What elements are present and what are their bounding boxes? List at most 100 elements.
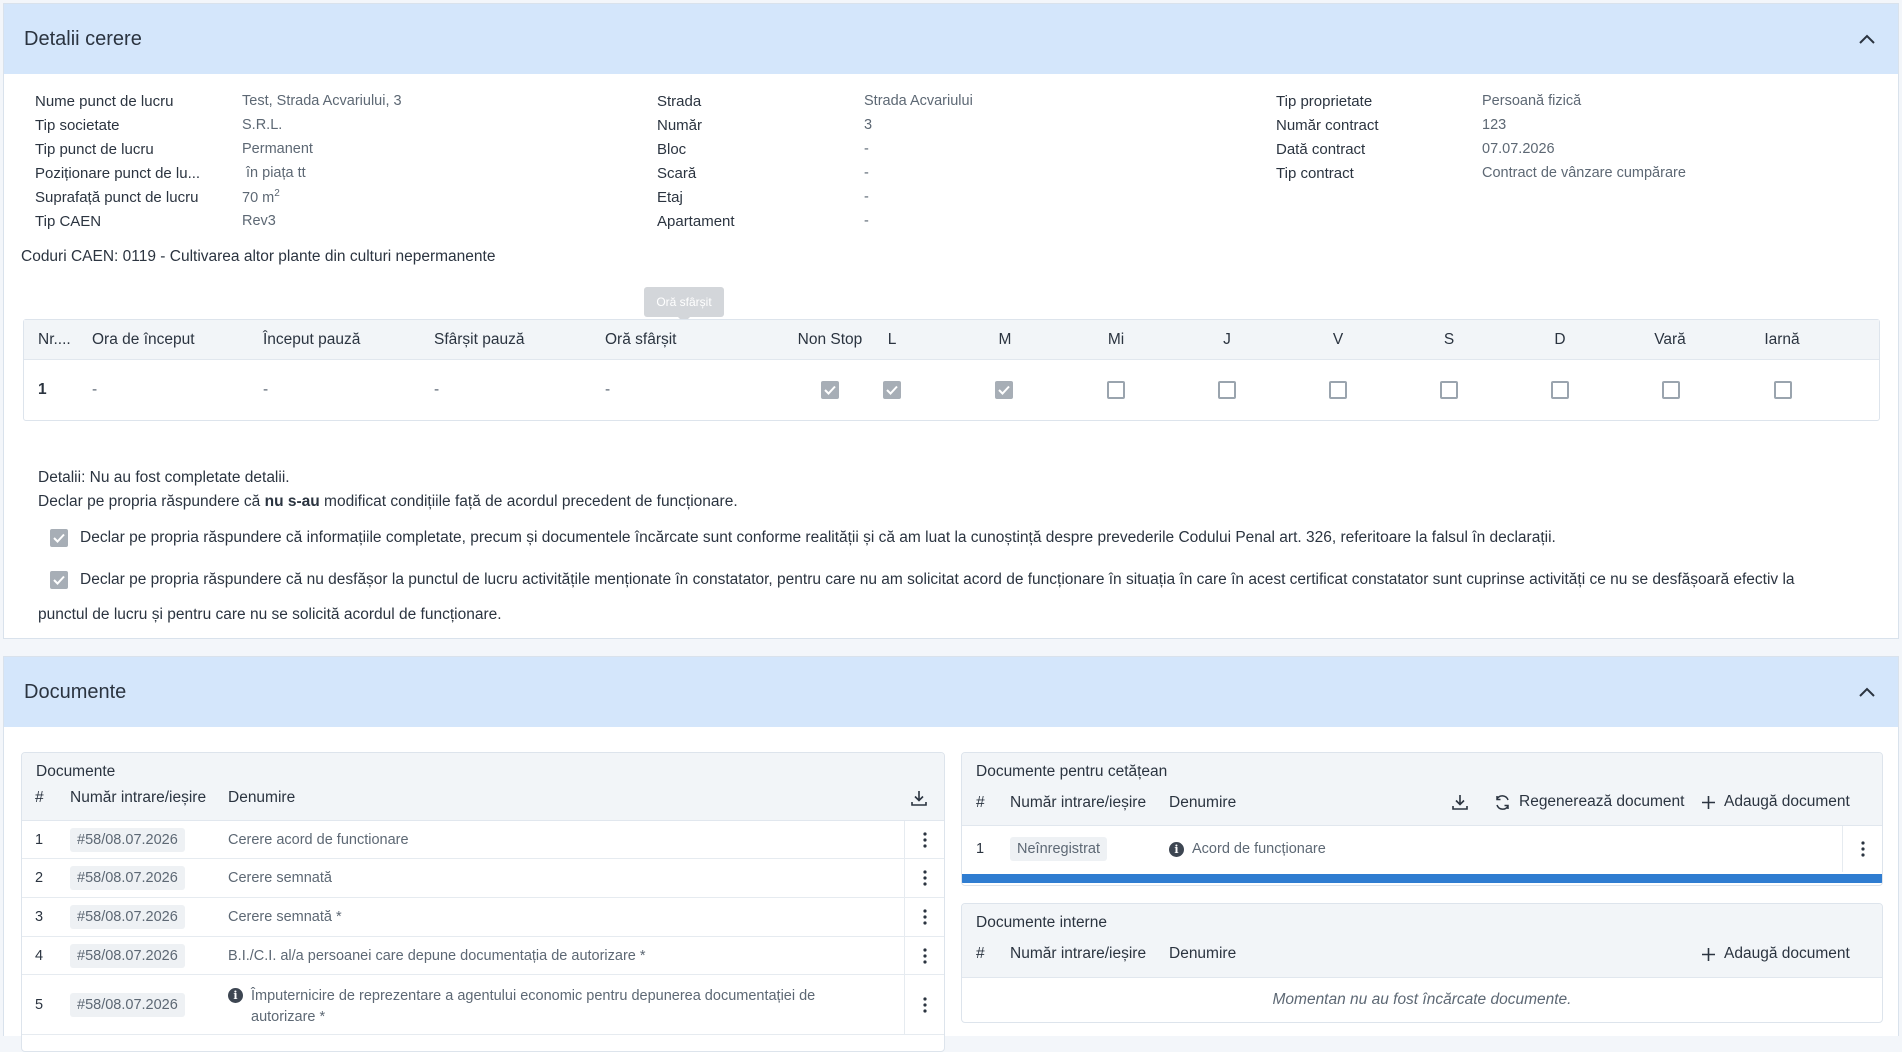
documents-card: Documente # Număr intrare/ieșire Denumir… <box>21 752 945 1052</box>
declaration-checkbox-2[interactable] <box>50 571 68 589</box>
info-value: S.R.L. <box>242 117 283 133</box>
chevron-up-icon[interactable] <box>1856 681 1878 703</box>
winter-checkbox[interactable] <box>1774 381 1792 399</box>
document-name[interactable]: Cerere acord de functionare <box>228 821 409 858</box>
schedule-header[interactable]: M <box>985 320 1025 359</box>
schedule-header[interactable]: Iarnă <box>1752 320 1812 359</box>
schedule-break-end: - <box>434 381 440 398</box>
day-checkbox-l[interactable] <box>883 381 901 399</box>
info-label: Număr <box>657 116 703 134</box>
schedule-row: 1 - - - - <box>24 360 1879 420</box>
table-row[interactable]: 4 #58/08.07.2026 B.I./C.I. al/a persoane… <box>22 937 944 975</box>
info-row: Număr 3 <box>657 113 973 137</box>
schedule-header[interactable]: Non Stop <box>780 320 880 359</box>
schedule-header[interactable]: D <box>1540 320 1580 359</box>
day-checkbox-v[interactable] <box>1329 381 1347 399</box>
schedule-header[interactable]: L <box>872 320 912 359</box>
schedule-header[interactable]: Nr.... <box>38 320 71 359</box>
download-icon[interactable] <box>910 789 928 811</box>
season-cell <box>1753 360 1813 420</box>
info-value: Test, Strada Acvariului, 3 <box>242 93 402 109</box>
day-checkbox-s[interactable] <box>1440 381 1458 399</box>
registration-number: #58/08.07.2026 <box>70 827 185 852</box>
schedule-header[interactable]: Început pauză <box>263 320 360 359</box>
table-row[interactable]: 1 #58/08.07.2026 Cerere acord de functio… <box>22 821 944 859</box>
schedule-header[interactable]: Oră sfârșit <box>605 320 676 359</box>
info-row: Etaj - <box>657 185 973 209</box>
schedule-header[interactable]: Ora de început <box>92 320 195 359</box>
col-hash: # <box>35 789 44 806</box>
chevron-up-icon[interactable] <box>1856 28 1878 50</box>
more-menu-icon[interactable] <box>904 821 944 858</box>
declaration-text-1: Declar pe propria răspundere că informaț… <box>80 529 1556 546</box>
info-row: Poziționare punct de lu... în piața tt <box>35 161 402 185</box>
checkmark-icon <box>53 533 65 543</box>
document-name[interactable]: Cerere semnată * <box>228 898 342 936</box>
day-checkbox-d[interactable] <box>1551 381 1569 399</box>
info-row: Bloc - <box>657 137 973 161</box>
info-value: în piața tt <box>242 165 306 181</box>
download-icon[interactable] <box>1451 793 1469 815</box>
declaration-no-changes: Declar pe propria răspundere că nu s-au … <box>38 493 738 511</box>
more-menu-icon[interactable] <box>904 975 944 1034</box>
info-row: Tip societate S.R.L. <box>35 113 402 137</box>
document-name[interactable]: B.I./C.I. al/a persoanei care depune doc… <box>228 937 646 974</box>
schedule-header[interactable]: V <box>1318 320 1358 359</box>
table-row[interactable]: 2 #58/08.07.2026 Cerere semnată <box>22 859 944 898</box>
schedule-header[interactable]: Vară <box>1640 320 1700 359</box>
col-number: Număr intrare/ieșire <box>1010 945 1147 962</box>
summer-checkbox[interactable] <box>1662 381 1680 399</box>
document-name[interactable]: i Împuternicire de reprezentare a agentu… <box>228 975 815 1034</box>
day-checkbox-j[interactable] <box>1218 381 1236 399</box>
document-name-line2: autorizare * <box>251 1009 326 1025</box>
declaration-checkbox-1[interactable] <box>50 529 68 547</box>
add-internal-document-button[interactable]: Adaugă document <box>1701 945 1850 963</box>
info-value: Persoană fizică <box>1482 93 1582 109</box>
info-icon[interactable]: i <box>228 988 243 1003</box>
info-column-2: Strada Strada Acvariului Număr 3 Bloc - Sca… <box>657 89 973 233</box>
plus-icon <box>1702 795 1715 809</box>
empty-message: Momentan nu au fost încărcate documente. <box>1272 991 1572 1008</box>
info-label: Strada <box>657 92 702 110</box>
request-details-header[interactable]: Detalii cerere <box>4 4 1898 74</box>
schedule-header[interactable]: J <box>1207 320 1247 359</box>
info-row: Dată contract 07.07.2026 <box>1276 137 1686 161</box>
checkmark-icon <box>824 385 836 395</box>
more-menu-icon[interactable] <box>904 859 944 897</box>
schedule-table: Nr.... Ora de început Început pauză Sfâr… <box>23 319 1880 421</box>
schedule-header[interactable]: Mi <box>1096 320 1136 359</box>
details-text: Detalii: Nu au fost completate detalii. <box>38 469 290 486</box>
table-row[interactable]: 5 #58/08.07.2026 i Împuternicire de repr… <box>22 975 944 1035</box>
refresh-icon <box>1496 794 1509 810</box>
checkmark-icon <box>998 385 1010 395</box>
table-row[interactable]: 3 #58/08.07.2026 Cerere semnată * <box>22 898 944 937</box>
row-index: 1 <box>976 841 985 857</box>
info-label: Număr contract <box>1276 116 1379 134</box>
plus-icon <box>1702 947 1715 961</box>
document-name[interactable]: i Acord de funcționare <box>1169 826 1326 872</box>
day-checkbox-mi[interactable] <box>1107 381 1125 399</box>
table-row[interactable]: 1 Neînregistrat i Acord de funcționare <box>962 826 1882 872</box>
more-menu-icon[interactable] <box>904 937 944 974</box>
registration-number: #58/08.07.2026 <box>70 943 185 968</box>
checkmark-icon <box>886 385 898 395</box>
regenerate-document-button[interactable]: Regenerează document <box>1494 793 1684 811</box>
day-checkbox-m[interactable] <box>995 381 1013 399</box>
info-value: 70 m2 <box>242 188 280 206</box>
info-value: - <box>864 141 869 157</box>
non-stop-cell <box>800 360 860 420</box>
add-document-button[interactable]: Adaugă document <box>1701 793 1850 811</box>
more-menu-icon[interactable] <box>904 898 944 936</box>
day-cell <box>862 360 922 420</box>
schedule-header[interactable]: Sfârșit pauză <box>434 320 524 359</box>
more-menu-icon[interactable] <box>1842 826 1882 872</box>
documents-header[interactable]: Documente <box>4 657 1898 727</box>
info-value: 123 <box>1482 117 1507 133</box>
info-icon[interactable]: i <box>1169 841 1184 857</box>
document-name[interactable]: Cerere semnată <box>228 859 332 897</box>
document-name-text: Acord de funcționare <box>1192 841 1326 857</box>
non-stop-checkbox[interactable] <box>821 381 839 399</box>
schedule-header[interactable]: S <box>1429 320 1469 359</box>
day-cell <box>1197 360 1257 420</box>
info-row: Număr contract 123 <box>1276 113 1686 137</box>
